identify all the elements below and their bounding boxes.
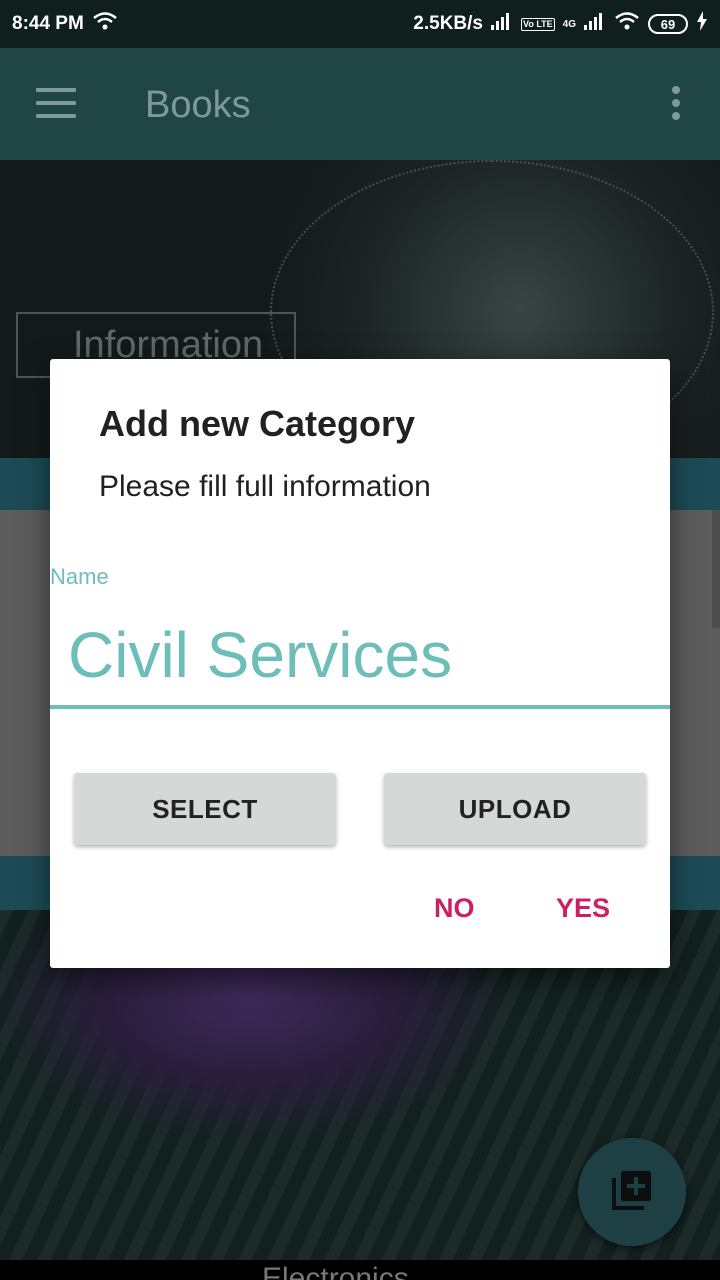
name-field-label: Name bbox=[50, 564, 109, 589]
status-left: 8:44 PM bbox=[12, 11, 118, 37]
select-button[interactable]: SELECT bbox=[74, 773, 336, 845]
screen: 8:44 PM 2.5KB/s Vo LTE 4G 69 Books Infor… bbox=[0, 0, 720, 1280]
battery-icon: 69 bbox=[648, 14, 688, 34]
card-label-electronics: Electronics bbox=[262, 1262, 409, 1280]
network-type: 4G bbox=[562, 18, 576, 30]
no-button[interactable]: NO bbox=[426, 889, 483, 928]
wifi-icon bbox=[92, 11, 118, 37]
wifi-icon-2 bbox=[614, 11, 640, 37]
menu-icon[interactable] bbox=[36, 88, 76, 118]
status-time: 8:44 PM bbox=[12, 13, 84, 34]
upload-button[interactable]: UPLOAD bbox=[384, 773, 646, 845]
add-to-library-icon bbox=[610, 1168, 654, 1217]
signal-icon-2 bbox=[584, 12, 606, 36]
app-title: Books bbox=[145, 84, 251, 126]
add-category-dialog: Add new Category Please fill full inform… bbox=[50, 359, 670, 968]
volte-badge: Vo LTE bbox=[520, 17, 555, 31]
status-bar: 8:44 PM 2.5KB/s Vo LTE 4G 69 bbox=[0, 0, 720, 48]
signal-icon bbox=[490, 12, 513, 36]
status-right: 2.5KB/s Vo LTE 4G 69 bbox=[413, 11, 708, 37]
app-bar: Books bbox=[0, 48, 720, 160]
yes-button[interactable]: YES bbox=[548, 889, 618, 928]
add-category-fab[interactable] bbox=[578, 1138, 686, 1246]
dialog-title: Add new Category bbox=[99, 403, 416, 444]
charging-icon bbox=[696, 11, 708, 37]
network-speed: 2.5KB/s bbox=[413, 13, 483, 34]
scrollbar-thumb[interactable] bbox=[712, 510, 720, 628]
name-input[interactable] bbox=[50, 605, 670, 709]
dialog-message: Please fill full information bbox=[99, 470, 431, 503]
battery-level: 69 bbox=[660, 16, 676, 32]
overflow-menu-icon[interactable] bbox=[668, 86, 684, 126]
